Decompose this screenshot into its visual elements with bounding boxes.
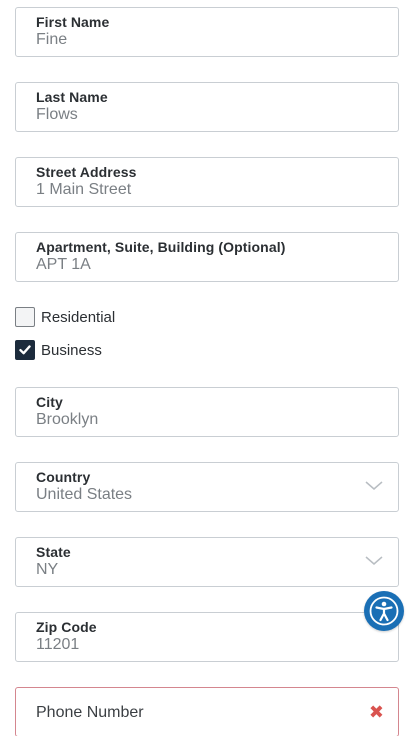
phone-number-placeholder[interactable]: Phone Number bbox=[36, 704, 144, 722]
zip-code-value[interactable]: 11201 bbox=[36, 636, 79, 654]
city-value[interactable]: Brooklyn bbox=[36, 411, 98, 429]
zip-code-field[interactable]: Zip Code 11201 bbox=[15, 612, 399, 662]
city-label: City bbox=[36, 394, 63, 410]
last-name-label: Last Name bbox=[36, 89, 108, 105]
zip-code-label: Zip Code bbox=[36, 619, 97, 635]
close-icon: ✖ bbox=[368, 702, 384, 722]
country-select[interactable]: Country United States bbox=[15, 462, 399, 512]
street-address-field[interactable]: Street Address 1 Main Street bbox=[15, 157, 399, 207]
shipping-address-form: First Name Fine Last Name Flows Street A… bbox=[0, 0, 414, 736]
country-label: Country bbox=[36, 469, 91, 485]
residential-option[interactable]: Residential bbox=[15, 307, 115, 327]
checkmark-icon bbox=[19, 345, 31, 355]
chevron-down-icon[interactable] bbox=[365, 480, 383, 492]
state-select[interactable]: State NY bbox=[15, 537, 399, 587]
last-name-field[interactable]: Last Name Flows bbox=[15, 82, 399, 132]
residential-checkbox[interactable] bbox=[15, 307, 35, 327]
street-address-label: Street Address bbox=[36, 164, 137, 180]
apartment-field[interactable]: Apartment, Suite, Building (Optional) AP… bbox=[15, 232, 399, 282]
apartment-label: Apartment, Suite, Building (Optional) bbox=[36, 239, 286, 255]
business-option[interactable]: Business bbox=[15, 340, 102, 360]
city-field[interactable]: City Brooklyn bbox=[15, 387, 399, 437]
last-name-value[interactable]: Flows bbox=[36, 106, 78, 124]
business-checkbox[interactable] bbox=[15, 340, 35, 360]
street-address-value[interactable]: 1 Main Street bbox=[36, 181, 131, 199]
first-name-label: First Name bbox=[36, 14, 110, 30]
chevron-down-icon[interactable] bbox=[365, 555, 383, 567]
residential-label[interactable]: Residential bbox=[41, 309, 115, 326]
apartment-value[interactable]: APT 1A bbox=[36, 256, 91, 274]
business-label[interactable]: Business bbox=[41, 342, 102, 359]
state-label: State bbox=[36, 544, 71, 560]
state-value[interactable]: NY bbox=[36, 561, 58, 579]
first-name-value[interactable]: Fine bbox=[36, 31, 67, 49]
accessibility-icon bbox=[369, 596, 399, 626]
country-value[interactable]: United States bbox=[36, 486, 132, 504]
first-name-field[interactable]: First Name Fine bbox=[15, 7, 399, 57]
accessibility-button[interactable] bbox=[364, 591, 404, 631]
phone-number-field[interactable]: Phone Number ✖ bbox=[15, 687, 399, 736]
